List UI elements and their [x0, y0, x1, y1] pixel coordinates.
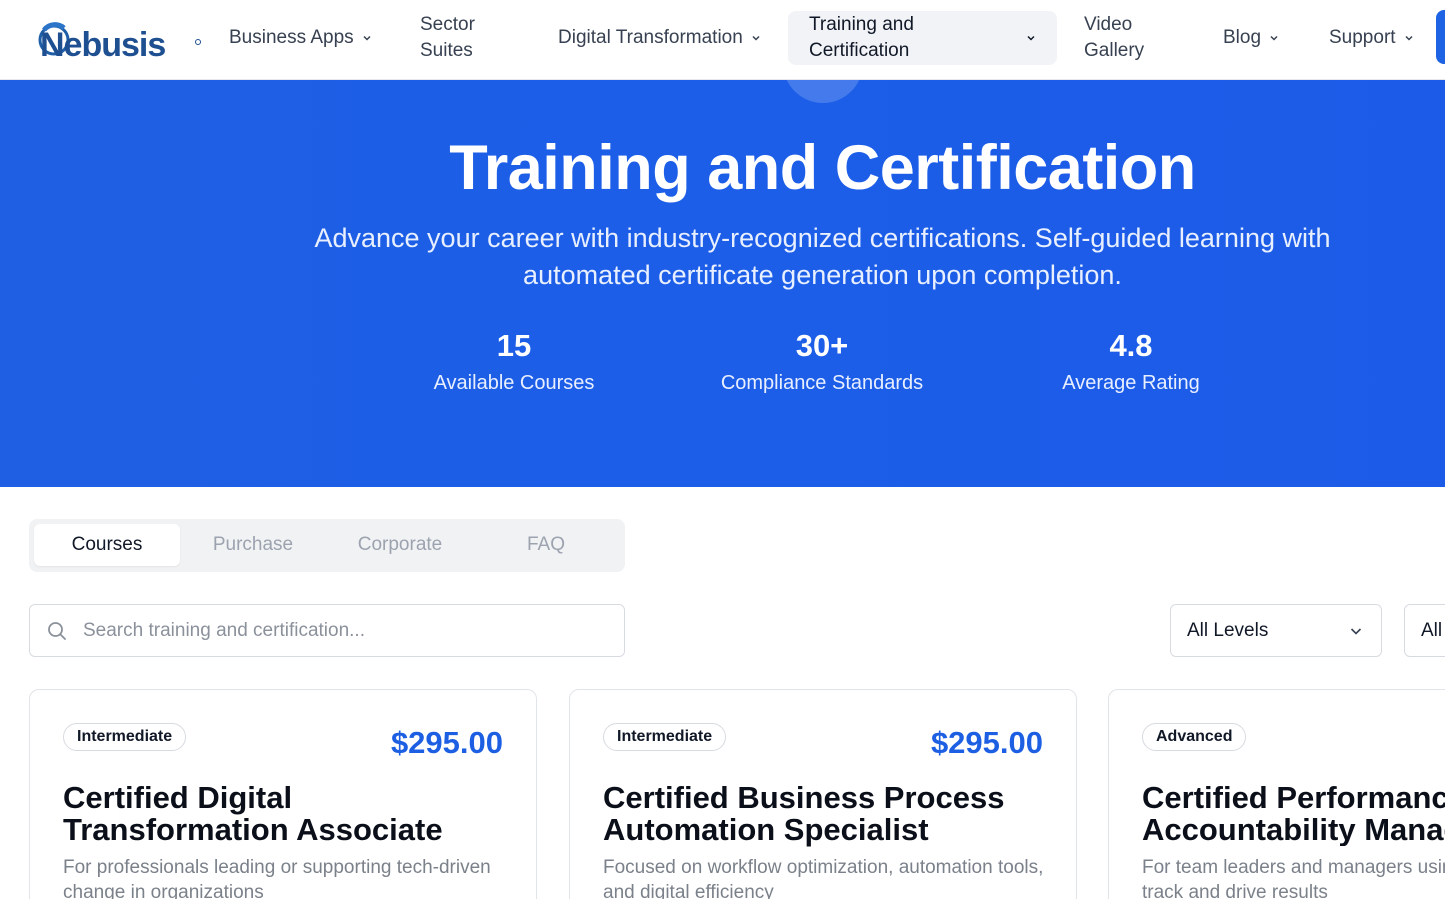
search-icon: [48, 622, 66, 640]
stat-available-courses: 15 Available Courses: [364, 328, 664, 395]
nav-digital-transformation[interactable]: Digital Transformation: [558, 0, 761, 75]
nav-sector-suites[interactable]: Sector Suites: [420, 0, 475, 75]
top-navigation: Nebusis Business Apps Sector Suites Digi…: [0, 0, 1445, 80]
page-title: Training and Certification: [449, 133, 1196, 203]
course-price: $295.00: [390, 725, 503, 760]
level-badge: Advanced: [1142, 723, 1247, 751]
nav-label: Support: [1329, 26, 1396, 48]
course-title-line: Accountability Manag: [1142, 812, 1445, 846]
chevron-down-icon: [1350, 628, 1362, 635]
course-title-line: Certified Business Process: [603, 780, 1005, 815]
stat-value: 4.8: [1109, 328, 1153, 363]
course-card[interactable]: Intermediate $295.00 Certified Digital T…: [29, 689, 537, 899]
course-desc-line: and digital efficiency: [603, 882, 774, 899]
stat-value: 30+: [795, 328, 849, 363]
decorative-circle: [783, 80, 863, 103]
tab-faq[interactable]: FAQ: [473, 524, 619, 566]
category-filter-value: All: [1421, 619, 1443, 641]
course-desc-line: change in organizations: [63, 882, 264, 899]
search-input[interactable]: [83, 613, 603, 649]
course-description: For team leaders and managers usin track…: [1142, 855, 1445, 899]
course-description: For professionals leading or supporting …: [63, 855, 508, 899]
nav-label: Digital Transformation: [558, 26, 743, 48]
course-title-line: Certified Performance: [1142, 782, 1445, 815]
course-card[interactable]: Advanced Certified Performance Accountab…: [1108, 689, 1445, 899]
stat-label: Average Rating: [1062, 372, 1200, 394]
course-title-line: Automation Specialist: [603, 812, 929, 847]
course-desc-line: For team leaders and managers usin: [1142, 857, 1445, 878]
nav-business-apps[interactable]: Business Apps: [229, 0, 372, 75]
tab-purchase[interactable]: Purchase: [180, 524, 326, 566]
hero-banner: Training and Certification Advance your …: [0, 80, 1445, 487]
tab-courses[interactable]: Courses: [34, 524, 180, 566]
nav-label: Training and Certification: [809, 14, 914, 61]
course-title: Certified Digital Transformation Associa…: [63, 782, 523, 846]
stat-compliance-standards: 30+ Compliance Standards: [672, 328, 972, 395]
chevron-down-icon: [752, 35, 760, 41]
stat-average-rating: 4.8 Average Rating: [981, 328, 1281, 395]
nav-video-gallery[interactable]: Video Gallery: [1084, 0, 1144, 75]
level-filter-value: All Levels: [1187, 619, 1269, 641]
course-card[interactable]: Intermediate $295.00 Certified Business …: [569, 689, 1077, 899]
category-filter-select[interactable]: All: [1404, 604, 1445, 657]
nav-support[interactable]: Support: [1329, 0, 1414, 75]
course-desc-line: For professionals leading or supporting …: [63, 857, 491, 878]
course-title-line: Certified Digital: [63, 780, 293, 815]
nav-training-certification[interactable]: Training and Certification: [788, 11, 1057, 65]
nav-label: Video Gallery: [1084, 13, 1145, 61]
nav-label: Sector Suites: [420, 13, 475, 61]
stat-label: Available Courses: [433, 372, 595, 394]
course-description: Focused on workflow optimization, automa…: [603, 855, 1048, 899]
section-tabs: Courses Purchase Corporate FAQ: [29, 519, 625, 572]
brand-name: Nebusis: [40, 26, 165, 64]
hero-subtitle: Advance your career with industry-recogn…: [314, 223, 1331, 290]
course-title-line: Transformation Associate: [63, 812, 443, 847]
chevron-down-icon: [1405, 35, 1413, 41]
nav-label: Blog: [1223, 26, 1262, 48]
search-box: [29, 604, 625, 657]
chevron-down-icon: [1270, 35, 1278, 41]
level-badge: Intermediate: [603, 723, 727, 751]
chevron-down-icon: [1027, 35, 1035, 41]
nav-cta-button[interactable]: [1436, 10, 1445, 64]
nebusis-logo[interactable]: Nebusis: [34, 16, 204, 64]
stat-label: Compliance Standards: [720, 372, 924, 394]
tab-corporate[interactable]: Corporate: [327, 524, 473, 566]
level-filter-select[interactable]: All Levels: [1170, 604, 1382, 657]
level-badge: Intermediate: [63, 723, 187, 751]
course-desc-line: Focused on workflow optimization, automa…: [603, 857, 1044, 878]
stat-value: 15: [496, 328, 532, 363]
course-price: $295.00: [930, 725, 1043, 760]
nav-blog[interactable]: Blog: [1223, 0, 1279, 75]
chevron-down-icon: [363, 35, 371, 41]
course-title: Certified Performance Accountability Man…: [1142, 782, 1445, 846]
course-desc-line: track and drive results: [1142, 882, 1328, 899]
nav-label: Business Apps: [229, 26, 354, 48]
course-title: Certified Business Process Automation Sp…: [603, 782, 1063, 846]
